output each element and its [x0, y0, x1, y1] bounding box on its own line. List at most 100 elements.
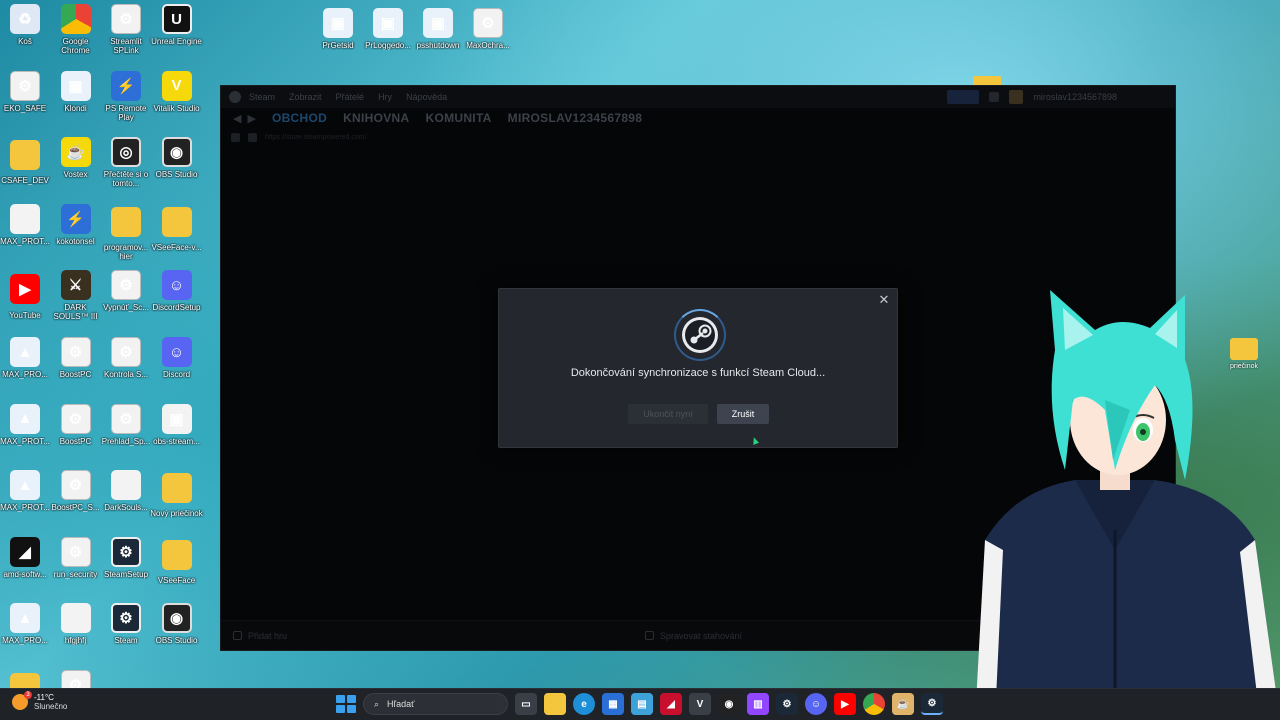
tab-store[interactable]: OBCHOD	[272, 111, 327, 125]
desktop-icon[interactable]: ♻ Koš	[0, 4, 50, 66]
desktop-icon[interactable]: ⚙ Kontrola S...	[101, 337, 151, 399]
desktop-icon[interactable]: ⚙ Streamlit SPLink	[101, 4, 151, 66]
edge-icon[interactable]: e	[573, 693, 595, 715]
start-button[interactable]	[334, 693, 356, 715]
store-icon[interactable]: ▦	[602, 693, 624, 715]
desktop-icon[interactable]: ⚙ Vypnúť_Sc...	[101, 270, 151, 332]
tab-library[interactable]: KNIHOVNA	[343, 111, 409, 125]
discord-icon[interactable]: ☺	[805, 693, 827, 715]
twitch-icon[interactable]: ▥	[747, 693, 769, 715]
vostex-icon[interactable]: ☕	[892, 693, 914, 715]
desktop-icon[interactable]: V Vitalik Studio	[152, 70, 202, 133]
desktop-icon-label: OBS Studio	[155, 170, 198, 180]
desktop-icon[interactable]: ⚙ BoostPC	[51, 337, 101, 399]
desktop-icon[interactable]: ▣ obs-stream...	[152, 403, 202, 466]
desktop-icon[interactable]: DarkSouls...	[101, 470, 151, 532]
desktop-icon[interactable]: ⚡ PS Remote Play	[101, 70, 151, 133]
app-icon: ⚙	[111, 4, 141, 34]
desktop-icon-label: hfgjhfj	[64, 636, 87, 646]
window-controls[interactable]	[1127, 92, 1167, 102]
forward-icon[interactable]: ▶	[247, 112, 255, 125]
announcements-button[interactable]	[947, 90, 980, 104]
search-box[interactable]: ⌕ Hľadať	[363, 693, 508, 715]
app-icon: ⚙	[111, 337, 141, 367]
menu-view[interactable]: Zobrazit	[289, 92, 322, 102]
desktop-icon[interactable]: ⚡ kokotonsel	[51, 203, 101, 266]
downloads-button[interactable]: Spravovat stahování	[645, 631, 742, 641]
app-icon: ▣	[161, 403, 192, 434]
desktop-icon[interactable]: ▶ YouTube	[0, 270, 50, 332]
desktop-icon[interactable]: CSAFE_DEV	[0, 137, 50, 199]
steam-taskbar-icon[interactable]: ⚙	[776, 693, 798, 715]
steam-active-icon[interactable]: ⚙	[921, 693, 943, 715]
desktop-icon[interactable]: ☺ Discord	[152, 337, 202, 399]
desktop-icon[interactable]: ◢ amd-softw...	[0, 536, 50, 599]
url-text[interactable]: https://store.steampowered.com/	[265, 134, 367, 141]
desktop-icon[interactable]: hfgjhfj	[51, 603, 101, 665]
desktop-icon[interactable]: programov... hier	[101, 204, 151, 266]
desktop-icon-label: MaxOchra...	[466, 41, 510, 50]
desktop-icon[interactable]: ▣ psshutdown	[413, 8, 463, 70]
desktop-icon-label: Přečtěte si o tomto...	[103, 170, 149, 189]
desktop-icon[interactable]: ⚙ BoostPC_S...	[51, 470, 101, 532]
desktop-icon[interactable]: ⚙ MaxOchra...	[463, 8, 513, 70]
desktop-icon[interactable]: ◉ OBS Studio	[152, 603, 202, 665]
desktop-icon[interactable]: ⚙ SteamSetup	[101, 536, 151, 599]
desktop-icon[interactable]: ◉ OBS Studio	[152, 137, 202, 199]
desktop-icon[interactable]: ⚙ Steam	[101, 603, 151, 665]
app-icon: ⚔	[60, 270, 91, 301]
menu-help[interactable]: Nápověda	[406, 92, 447, 102]
chrome-icon[interactable]	[863, 693, 885, 715]
close-icon[interactable]: ✕	[877, 293, 891, 307]
desktop-folder[interactable]: priečinok	[1224, 338, 1264, 386]
cancel-button[interactable]: Zrušit	[717, 404, 769, 424]
desktop-icon[interactable]: MAX_PROT...	[0, 203, 50, 266]
notifications-icon[interactable]	[989, 92, 1000, 102]
tab-profile[interactable]: MIROSLAV1234567898	[508, 111, 643, 125]
obs-icon[interactable]: ◉	[718, 693, 740, 715]
desktop-icon[interactable]: Google Chrome	[51, 4, 101, 66]
menu-steam[interactable]: Steam	[249, 92, 275, 102]
username[interactable]: miroslav1234567898	[1033, 92, 1117, 102]
desktop-icon[interactable]: ▲ MAX_PROT...	[0, 403, 50, 466]
desktop-icon[interactable]: ⚙ run_security	[51, 536, 101, 599]
reload-icon[interactable]	[231, 132, 240, 142]
avatar[interactable]	[1009, 90, 1024, 104]
file-explorer-icon[interactable]	[544, 693, 566, 715]
desktop-icon[interactable]: Nový priečinok	[150, 470, 203, 532]
tab-community[interactable]: KOMUNITA	[425, 111, 491, 125]
back-icon[interactable]: ◀	[233, 112, 241, 125]
download-icon	[645, 631, 654, 640]
vitalik-icon[interactable]: V	[689, 693, 711, 715]
menu-friends[interactable]: Přátelé	[336, 92, 365, 102]
youtube-icon[interactable]: ▶	[834, 693, 856, 715]
desktop-icon[interactable]: VSeeFace-v...	[151, 204, 202, 266]
desktop-icon[interactable]: ▲ MAX_PRO...	[0, 603, 50, 665]
desktop-icon[interactable]: VSeeFace	[152, 537, 202, 599]
desktop-icon[interactable]: ▣ PrLoggedo...	[363, 8, 413, 70]
search-icon: ⌕	[374, 698, 380, 709]
desktop-icon[interactable]: ◎ Přečtěte si o tomto...	[101, 137, 151, 199]
desktop-icon[interactable]: ⚙ BoostPC	[51, 403, 101, 466]
desktop-icon[interactable]: ▲ MAX_PRO...	[0, 337, 50, 399]
desktop-icon[interactable]: U Unreal Engine	[151, 4, 202, 66]
app-icon: ▦	[60, 70, 91, 101]
menu-games[interactable]: Hry	[378, 92, 392, 102]
desktop-icon-label: MAX_PRO...	[2, 636, 48, 646]
desktop-icon[interactable]: ⚙ Prehlad_Sp...	[101, 403, 151, 466]
desktop-icon[interactable]: ⚙ EKO_SAFE	[0, 70, 50, 133]
add-game-button[interactable]: Přidat hru	[233, 631, 287, 641]
snip-icon[interactable]: ▤	[631, 693, 653, 715]
amd-icon[interactable]: ◢	[660, 693, 682, 715]
task-view-icon[interactable]: ▭	[515, 693, 537, 715]
desktop-icon[interactable]: ☺ DiscordSetup	[152, 270, 202, 332]
desktop-icon[interactable]: ☕ Vostex	[51, 137, 101, 199]
desktop-icon[interactable]: ▲ MAX_PROT...	[0, 470, 50, 532]
weather-widget[interactable]: 3 -11°C Slunečno	[12, 691, 67, 711]
desktop-icon[interactable]: ▦ Klondi	[51, 70, 101, 133]
app-icon	[10, 203, 40, 234]
app-icon: ▣	[323, 8, 353, 38]
desktop-icon[interactable]: ▣ PrGetsid	[313, 8, 363, 70]
desktop-icon-label: Streamlit SPLink	[110, 37, 142, 55]
desktop-icon[interactable]: ⚔ DARK SOULS™ III	[51, 270, 101, 332]
